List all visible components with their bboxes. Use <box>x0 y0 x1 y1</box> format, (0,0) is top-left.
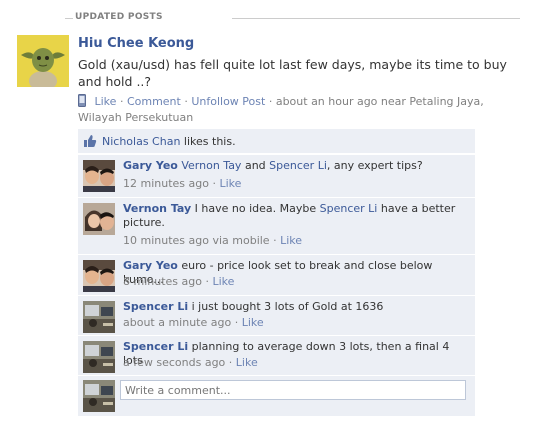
feedback-box: Nicholas Chan likes this. Gary Yeo Verno… <box>78 129 475 417</box>
two-people-photo-icon <box>83 260 115 292</box>
separator: · <box>119 95 124 108</box>
comment-like-link[interactable]: Like <box>219 177 241 190</box>
divider <box>65 18 73 19</box>
avatar <box>83 380 115 412</box>
likes-suffix: likes this. <box>180 135 236 148</box>
two-people-photo-icon <box>83 160 115 192</box>
comment-author-link[interactable]: Vernon Tay <box>123 202 191 215</box>
comment-body: Spencer Li i just bought 3 lots of Gold … <box>123 300 468 314</box>
section-title: UPDATED POSTS <box>75 12 163 22</box>
write-comment-row: Write a comment... <box>78 375 475 416</box>
comment-item: Spencer Li planning to average down 3 lo… <box>78 335 475 375</box>
avatar[interactable] <box>83 203 115 235</box>
separator: · <box>184 95 188 108</box>
avatar[interactable] <box>83 160 115 192</box>
likes-row: Nicholas Chan likes this. <box>78 129 475 153</box>
mobile-phone-icon <box>78 94 86 107</box>
comment-like-link[interactable]: Like <box>236 356 258 369</box>
avatar[interactable] <box>83 341 115 373</box>
couple-photo-icon <box>83 203 115 235</box>
thumbs-up-icon <box>84 135 97 147</box>
unfollow-post-link[interactable]: Unfollow Post <box>191 95 265 108</box>
comment-text: and <box>241 159 270 172</box>
comment-time: 8 minutes ago <box>123 275 202 288</box>
likes-text: Nicholas Chan likes this. <box>102 135 236 148</box>
office-photo-icon <box>83 380 115 412</box>
separator: · <box>268 95 273 108</box>
comment-item: Gary Yeo Vernon Tay and Spencer Li, any … <box>78 154 475 197</box>
yoda-avatar-icon <box>17 35 69 87</box>
comment-meta: 12 minutes ago · Like <box>123 177 242 190</box>
avatar[interactable] <box>17 35 69 87</box>
office-photo-icon <box>83 301 115 333</box>
divider <box>232 18 520 19</box>
mention-link[interactable]: Spencer Li <box>269 159 327 172</box>
liker-link[interactable]: Nicholas Chan <box>102 135 180 148</box>
comment-author-link[interactable]: Gary Yeo <box>123 159 178 172</box>
comment-time: about a minute ago <box>123 316 232 329</box>
office-photo-icon <box>83 341 115 373</box>
comment-text: I have no idea. Maybe <box>191 202 320 215</box>
comment-like-link[interactable]: Like <box>242 316 264 329</box>
comment-input[interactable]: Write a comment... <box>120 380 466 400</box>
comment-time: a few seconds ago <box>123 356 226 369</box>
mention-link[interactable]: Spencer Li <box>320 202 378 215</box>
comment-item: Spencer Li i just bought 3 lots of Gold … <box>78 295 475 335</box>
post-author-link[interactable]: Hiu Chee Keong <box>78 36 194 51</box>
comment-time: 12 minutes ago <box>123 177 209 190</box>
comment-meta: 10 minutes ago via mobile · Like <box>123 234 303 247</box>
comment-like-link[interactable]: Like <box>212 275 234 288</box>
post-comment-link[interactable]: Comment <box>127 95 181 108</box>
comment-author-link[interactable]: Spencer Li <box>123 340 188 353</box>
comment-meta: a few seconds ago · Like <box>123 356 258 369</box>
comment-body: Vernon Tay I have no idea. Maybe Spencer… <box>123 202 468 230</box>
post-text: Gold (xau/usd) has fell quite lot last f… <box>78 57 507 89</box>
comment-item: Gary Yeo euro - price look set to break … <box>78 254 475 295</box>
mention-link[interactable]: Vernon Tay <box>181 159 241 172</box>
comment-like-link[interactable]: Like <box>280 234 302 247</box>
comment-body: Gary Yeo Vernon Tay and Spencer Li, any … <box>123 159 468 173</box>
post-like-link[interactable]: Like <box>95 95 117 108</box>
comment-author-link[interactable]: Spencer Li <box>123 300 188 313</box>
comment-meta: 8 minutes ago · Like <box>123 275 235 288</box>
comment-meta: about a minute ago · Like <box>123 316 264 329</box>
post-meta: Like · Comment · Unfollow Post · about a… <box>78 94 488 126</box>
section-header: UPDATED POSTS <box>65 10 520 26</box>
comment-time: 10 minutes ago via mobile <box>123 234 270 247</box>
comment-text: , any expert tips? <box>326 159 423 172</box>
comment-author-link[interactable]: Gary Yeo <box>123 259 178 272</box>
comment-item: Vernon Tay I have no idea. Maybe Spencer… <box>78 197 475 254</box>
avatar[interactable] <box>83 301 115 333</box>
comment-text: i just bought 3 lots of Gold at 1636 <box>188 300 384 313</box>
avatar[interactable] <box>83 260 115 292</box>
